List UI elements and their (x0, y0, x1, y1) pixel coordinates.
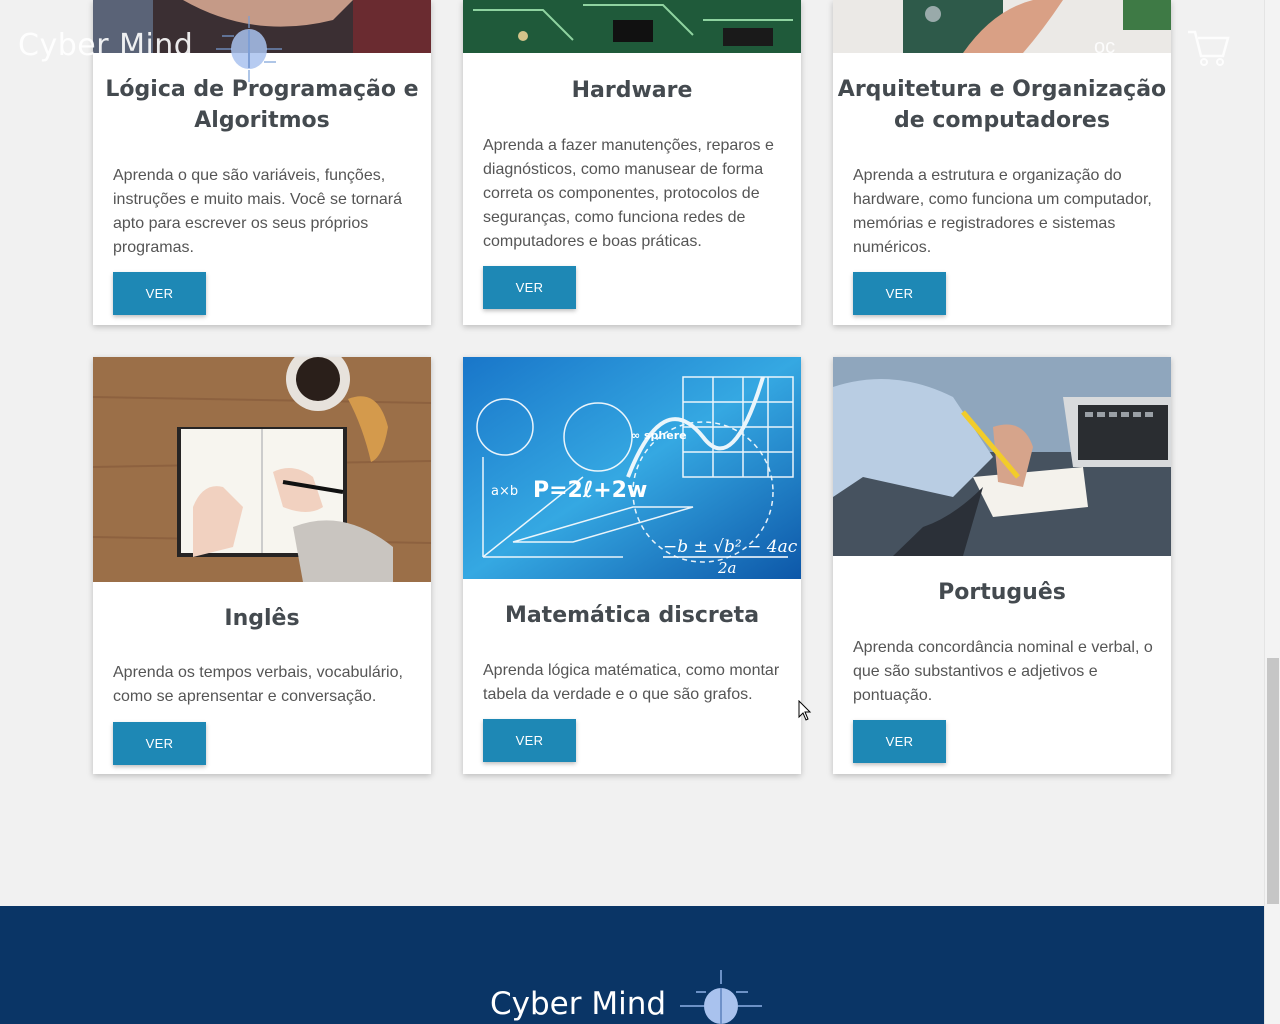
vertical-scrollbar[interactable] (1264, 0, 1280, 1024)
math-label: a×b (491, 484, 518, 499)
course-description: Aprenda o que são variáveis, funções, in… (113, 167, 403, 256)
course-description: Aprenda concordância nominal e verbal, o… (853, 639, 1153, 704)
math-formula: −b ± √b² − 4ac (663, 537, 798, 557)
view-course-button[interactable]: VER (483, 719, 576, 762)
course-image (463, 0, 801, 53)
course-card: Hardware Aprenda a fazer manutenções, re… (463, 0, 801, 325)
brain-logo-icon (680, 970, 762, 1024)
view-course-button[interactable]: VER (483, 266, 576, 309)
course-title: Lógica de Programação e Algoritmos (105, 77, 419, 133)
course-card: P=2ℓ+2w a×b ∞ sphere −b ± √b² − 4ac 2a M… (463, 357, 801, 774)
course-description: Aprenda a estrutura e organização do har… (853, 167, 1152, 256)
view-course-button[interactable]: VER (113, 272, 206, 315)
course-card: Inglês Aprenda os tempos verbais, vocabu… (93, 357, 431, 774)
view-course-button[interactable]: VER (853, 272, 946, 315)
course-description: Aprenda a fazer manutenções, reparos e d… (483, 137, 774, 250)
course-title: Arquitetura e Organização de computadore… (837, 77, 1167, 133)
view-course-button[interactable]: VER (853, 720, 946, 763)
cart-icon[interactable] (1186, 28, 1230, 68)
nav-link-partial[interactable]: oc (1094, 36, 1115, 59)
course-image: P=2ℓ+2w a×b ∞ sphere −b ± √b² − 4ac 2a (463, 357, 801, 579)
scrollbar-thumb[interactable] (1267, 658, 1279, 904)
course-description: Aprenda lógica matématica, como montar t… (483, 662, 780, 703)
course-card: Arquitetura e Organização de computadore… (833, 0, 1171, 325)
view-course-button[interactable]: VER (113, 722, 206, 765)
math-formula: 2a (717, 559, 737, 577)
course-image (833, 357, 1171, 556)
course-description: Aprenda os tempos verbais, vocabulário, … (113, 664, 403, 705)
course-image (833, 0, 1171, 53)
course-image (93, 357, 431, 582)
math-formula: P=2ℓ+2w (533, 478, 647, 503)
footer-brand-name: Cyber Mind (490, 986, 667, 1022)
course-card: Português Aprenda concordância nominal e… (833, 357, 1171, 774)
site-footer: Cyber Mind (0, 906, 1264, 1024)
course-title: Inglês (224, 606, 300, 631)
math-label: ∞ sphere (631, 429, 687, 442)
course-title: Português (938, 580, 1066, 605)
brand-logo[interactable]: Cyber Mind (18, 28, 193, 63)
mouse-cursor-icon (798, 700, 812, 721)
brand-name: Cyber Mind (18, 28, 194, 63)
course-title: Hardware (571, 78, 693, 103)
course-title: Matemática discreta (504, 603, 760, 628)
